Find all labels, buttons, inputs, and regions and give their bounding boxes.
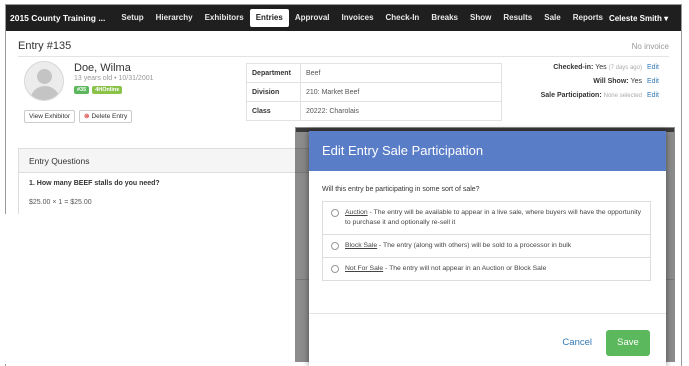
- option-auction[interactable]: Auction - The entry will be available to…: [323, 202, 650, 235]
- nav-entries[interactable]: Entries: [249, 9, 289, 27]
- sale-participation-status: Sale Participation: None selected Edit: [541, 92, 659, 99]
- online-badge: 4HOnline: [92, 86, 123, 94]
- delete-entry-label: Delete Entry: [91, 113, 128, 120]
- save-button[interactable]: Save: [606, 330, 650, 356]
- user-name: Celeste Smith: [608, 13, 662, 23]
- edit-sale-participation-link[interactable]: Edit: [647, 92, 659, 99]
- avatar-head-icon: [37, 69, 52, 84]
- exhibitor-age: 13 years old • 10/31/2001: [74, 75, 154, 82]
- nav-exhibitors[interactable]: Exhibitors: [199, 9, 250, 27]
- avatar: [24, 61, 64, 101]
- nav-hierarchy[interactable]: Hierarchy: [150, 9, 199, 27]
- detail-label: Department: [246, 63, 301, 83]
- checked-in-hint: (7 days ago): [608, 65, 642, 71]
- delete-entry-button[interactable]: ⊗ Delete Entry: [79, 110, 133, 123]
- option-desc: - The entry will not appear in an Auctio…: [383, 265, 547, 272]
- option-block-sale[interactable]: Block Sale - The entry (along with other…: [323, 235, 650, 258]
- cancel-button[interactable]: Cancel: [562, 337, 592, 348]
- table-row: Class 20222: Charolais: [246, 101, 502, 121]
- nav-setup[interactable]: Setup: [115, 9, 149, 27]
- brand-link[interactable]: 2015 County Training ...: [10, 13, 105, 23]
- exhibitor-badges: #35 4HOnline: [74, 86, 123, 94]
- detail-value: 20222: Charolais: [300, 101, 502, 121]
- divider: [18, 56, 669, 57]
- nav-reports[interactable]: Reports: [567, 9, 609, 27]
- option-name: Block Sale: [345, 242, 378, 249]
- checked-in-value: Yes: [595, 64, 607, 71]
- caret-down-icon: ▾: [664, 13, 669, 23]
- not-for-sale-radio[interactable]: [331, 265, 339, 273]
- exhibitor-name: Doe, Wilma: [74, 62, 131, 74]
- nav-check-in[interactable]: Check-In: [380, 9, 426, 27]
- edit-will-show-link[interactable]: Edit: [647, 78, 659, 85]
- block-sale-radio[interactable]: [331, 242, 339, 250]
- table-row: Division 210: Market Beef: [246, 82, 502, 102]
- checked-in-label: Checked-in:: [553, 64, 594, 71]
- nav-show[interactable]: Show: [464, 9, 497, 27]
- detail-value: 210: Market Beef: [300, 82, 502, 102]
- invoice-status: No invoice: [631, 42, 669, 51]
- edit-checked-in-link[interactable]: Edit: [647, 64, 659, 71]
- checked-in-status: Checked-in: Yes (7 days ago) Edit: [553, 64, 659, 71]
- will-show-label: Will Show:: [593, 78, 629, 85]
- user-menu[interactable]: Celeste Smith ▾: [608, 13, 681, 23]
- option-not-for-sale[interactable]: Not For Sale - The entry will not appear…: [323, 258, 650, 280]
- option-name: Auction: [345, 209, 368, 216]
- top-navbar: 2015 County Training ... Setup Hierarchy…: [6, 5, 681, 31]
- nav-results[interactable]: Results: [497, 9, 538, 27]
- nav-sale[interactable]: Sale: [538, 9, 566, 27]
- delete-icon: ⊗: [84, 113, 90, 120]
- will-show-value: Yes: [630, 78, 642, 85]
- auction-radio[interactable]: [331, 209, 339, 217]
- detail-value: Beef: [300, 63, 502, 83]
- nav-breaks[interactable]: Breaks: [425, 9, 464, 27]
- modal-question: Will this entry be participating in some…: [322, 186, 480, 193]
- table-row: Department Beef: [246, 63, 502, 83]
- sale-participation-hint: None selected: [603, 93, 642, 99]
- view-exhibitor-button[interactable]: View Exhibitor: [24, 110, 76, 123]
- sale-participation-label: Sale Participation:: [540, 92, 602, 99]
- blank-area: [0, 214, 296, 364]
- sale-participation-modal: Edit Entry Sale Participation Will this …: [309, 131, 666, 366]
- detail-label: Class: [246, 101, 301, 121]
- will-show-status: Will Show: Yes Edit: [593, 78, 659, 85]
- option-desc: - The entry (along with others) will be …: [377, 242, 572, 249]
- nav-invoices[interactable]: Invoices: [336, 9, 380, 27]
- question-text: 1. How many BEEF stalls do you need?: [29, 180, 160, 187]
- detail-label: Division: [246, 82, 301, 102]
- page-title: Entry #135: [18, 40, 72, 52]
- entry-details-table: Department Beef Division 210: Market Beef …: [246, 63, 502, 121]
- sale-options-list: Auction - The entry will be available to…: [322, 201, 651, 281]
- modal-title: Edit Entry Sale Participation: [309, 131, 666, 171]
- exhibitor-number-badge: #35: [74, 86, 90, 94]
- modal-footer-divider: [309, 313, 666, 314]
- question-answer: $25.00 × 1 = $25.00: [29, 199, 92, 206]
- avatar-body-icon: [30, 86, 60, 100]
- nav-approval[interactable]: Approval: [289, 9, 336, 27]
- option-name: Not For Sale: [345, 265, 384, 272]
- option-desc: - The entry will be available to appear …: [345, 209, 642, 226]
